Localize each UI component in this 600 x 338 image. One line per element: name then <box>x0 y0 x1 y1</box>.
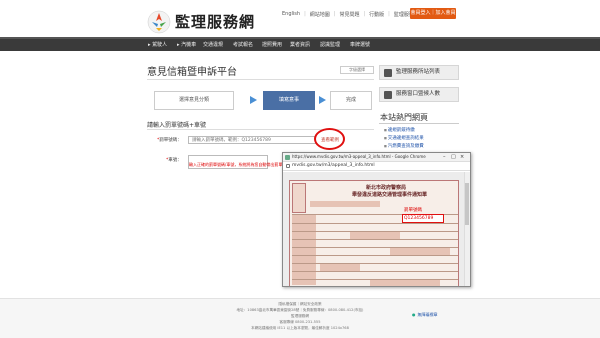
doc-field <box>370 280 440 286</box>
hot-pages-title: 本站熱門網頁 <box>380 113 428 122</box>
footer-policy-links[interactable]: 隱私權保護｜網站安全政策 <box>0 302 600 307</box>
step-arrow-icon <box>250 96 257 104</box>
popup-window-title: https://www.mvdis.gov.tw/m3-appeal_3_inf… <box>292 154 426 159</box>
toplink-english[interactable]: English <box>282 11 300 18</box>
case-number-input[interactable] <box>188 136 316 144</box>
footer-address: 地址：10863臺北市萬華區東園街28號｜免費服務專線：0800-080-412… <box>236 308 364 312</box>
maximize-icon[interactable]: □ <box>451 154 456 160</box>
popup-address-bar[interactable]: mvdis.gov.tw/m3/appeal_3_info.html <box>283 162 470 171</box>
nav-item-about[interactable]: 認識監理 <box>320 39 340 51</box>
doc-title: 新北市政府警察局 <box>366 185 407 191</box>
nav-item-business[interactable]: 業者資訊 <box>290 39 310 51</box>
step-complete: 完成 <box>330 91 372 110</box>
nav-item-exam[interactable]: 考試報名 <box>233 39 253 51</box>
accessibility-badge[interactable]: 無障礙標章 <box>412 312 438 318</box>
main-nav: ▸ 駕駛人 ▸ 汽機車 交通違規 考試報名 證照費用 業者資訊 認識監理 車牌選… <box>0 37 600 51</box>
page-root: 監理服務網 English| 網站地圖| 常見問題| 行動版| 監理服務 APP… <box>0 0 600 338</box>
member-login-button[interactable]: 會員登入｜加入會員 <box>410 8 456 19</box>
top-links: English| 網站地圖| 常見問題| 行動版| 監理服務 APP <box>282 11 425 18</box>
building-icon <box>384 69 392 77</box>
toplink-faq[interactable]: 常見問題 <box>339 11 359 18</box>
highlight-circle <box>314 128 345 150</box>
step-arrow-icon <box>319 96 326 104</box>
hot-link[interactable]: 違規罰鍰待繳 <box>384 127 415 133</box>
logo-icon <box>147 10 171 34</box>
popup-content: 新北市政府警察局 舉發違反道路交通管理事件通知單 罰單號碼 Q123456789 <box>283 172 470 286</box>
site-logo-text[interactable]: 監理服務網 <box>175 11 255 32</box>
nav-item-driver[interactable]: ▸ 駕駛人 <box>148 39 167 51</box>
minimize-icon[interactable]: – <box>443 154 446 160</box>
form-hint-text: 輸入正確的罰單號碼/車號，系統將為您自動帶出罰單資料 <box>189 162 291 167</box>
favicon-icon <box>285 155 290 160</box>
footer-browser-note: 本網站建議使用 IE11 以上版本瀏覽，最佳解析度 1024x768 <box>251 326 349 330</box>
lock-icon <box>286 164 290 168</box>
title-divider <box>147 79 374 80</box>
people-icon <box>384 91 392 99</box>
popup-url: mvdis.gov.tw/m3/appeal_3_info.html <box>292 163 375 168</box>
footer-hotline: 客服專線 0800-231-555 <box>279 320 321 324</box>
footer-site-name: 監理服務網 <box>291 314 309 318</box>
stamp-area <box>292 183 306 213</box>
citation-form-image: 新北市政府警察局 舉發違反道路交通管理事件通知單 罰單號碼 Q123456789 <box>289 180 459 286</box>
doc-field <box>390 248 450 255</box>
case-number-label: *罰單號碼： <box>157 138 182 143</box>
waiting-count-button[interactable]: 服務窗口暨候人數 <box>379 87 459 102</box>
popup-titlebar[interactable]: https://www.mvdis.gov.tw/m3-appeal_3_inf… <box>283 153 470 162</box>
plate-label: *車號： <box>166 158 182 163</box>
hot-link[interactable]: 交通違規查詢結果 <box>384 135 424 141</box>
popup-window: https://www.mvdis.gov.tw/m3-appeal_3_inf… <box>282 152 471 287</box>
doc-rule <box>292 263 458 264</box>
toplink-mobile[interactable]: 行動版 <box>369 11 384 18</box>
toplink-sitemap[interactable]: 網站地圖 <box>310 11 330 18</box>
form-divider <box>147 129 374 130</box>
doc-field <box>320 264 360 271</box>
page-title: 意見信箱暨申訴平台 <box>147 67 237 78</box>
step-fill-form: 填寫意事 <box>263 91 315 110</box>
nav-item-violation[interactable]: 交通違規 <box>203 39 223 51</box>
step-choose-category: 選擇意見分類 <box>154 91 234 110</box>
nav-item-vehicle[interactable]: ▸ 汽機車 <box>177 39 196 51</box>
doc-rule <box>292 223 458 224</box>
doc-rule <box>292 239 458 240</box>
hot-pages-divider <box>379 123 459 124</box>
font-size-button[interactable]: 字級選擇 <box>340 66 374 74</box>
popup-scroll-thumb[interactable] <box>465 183 469 225</box>
nav-item-plate[interactable]: 車牌選號 <box>350 39 370 51</box>
form-heading: 請輸入罰單號碼+車號 <box>147 122 207 129</box>
nav-item-fees[interactable]: 證照費用 <box>262 39 282 51</box>
hot-link[interactable]: 汽燃費查詢及繳費 <box>384 143 424 149</box>
doc-rule <box>292 255 458 256</box>
doc-field <box>350 232 400 239</box>
doc-field <box>292 215 316 285</box>
annotation-number: Q123456789 <box>404 216 434 221</box>
annotation-label: 罰單號碼 <box>404 208 422 213</box>
doc-rule <box>292 271 458 272</box>
doc-field <box>310 201 380 207</box>
close-icon[interactable]: × <box>460 154 464 160</box>
station-list-button[interactable]: 監理服務所站列表 <box>379 65 459 80</box>
doc-subtitle: 舉發違反道路交通管理事件通知單 <box>352 192 428 198</box>
